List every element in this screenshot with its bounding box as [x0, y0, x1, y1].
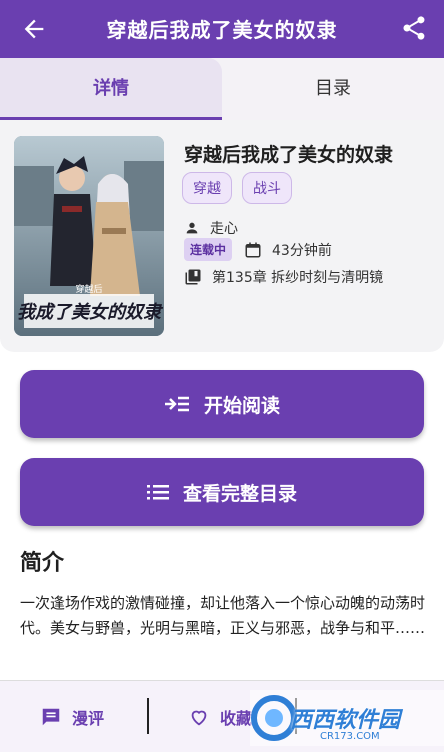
library-books-icon: [185, 269, 201, 285]
bottom-divider: [147, 698, 149, 734]
tab-bar: 详情 目录: [0, 58, 444, 120]
status-badge: 连载中: [184, 238, 233, 261]
cover-small-text: 穿越后: [75, 283, 102, 295]
heart-outline-icon: [191, 710, 207, 726]
cover-title-text: 我成了美女的奴隶: [17, 302, 164, 323]
tab-catalog[interactable]: 目录: [222, 58, 444, 120]
favorite-button[interactable]: 收藏: [188, 681, 252, 752]
tab-details[interactable]: 详情: [0, 58, 222, 120]
book-info-card: 穿越后 我成了美女的奴隶 穿越后我成了美女的奴隶 穿越 战斗 走心 连载中 43…: [0, 120, 444, 352]
favorite-label: 收藏: [220, 709, 253, 728]
tag-chip[interactable]: 穿越: [182, 172, 232, 204]
read-arrow-icon: [164, 396, 189, 412]
view-catalog-button[interactable]: 查看完整目录: [20, 458, 424, 526]
back-arrow-icon[interactable]: [20, 15, 48, 43]
cover-illustration: 穿越后 我成了美女的奴隶: [14, 136, 164, 336]
start-reading-button[interactable]: 开始阅读: [20, 370, 424, 438]
author-name: 走心: [210, 221, 238, 237]
tag-list: 穿越 战斗: [182, 172, 292, 204]
status-row: 连载中 43分钟前: [184, 238, 332, 261]
share-icon[interactable]: [400, 14, 428, 42]
tag-chip[interactable]: 战斗: [242, 172, 292, 204]
watermark-subtext: CR173.COM: [320, 731, 380, 742]
list-icon: [146, 485, 169, 500]
intro-heading: 简介: [20, 551, 65, 576]
comments-button[interactable]: 漫评: [40, 681, 104, 752]
book-title: 穿越后我成了美女的奴隶: [184, 144, 394, 166]
author-row: 走心: [184, 218, 238, 238]
intro-text: 一次逢场作戏的激情碰撞，却让他落入一个惊心动魄的动荡时代。美女与野兽，光明与黑暗…: [20, 594, 426, 637]
view-catalog-label: 查看完整目录: [182, 482, 297, 505]
app-bar: 穿越后我成了美女的奴隶: [0, 0, 444, 58]
comments-label: 漫评: [72, 709, 105, 728]
calendar-icon: [245, 242, 261, 257]
latest-chapter: 第135章 拆纱时刻与清明镜: [212, 270, 384, 286]
latest-chapter-row[interactable]: 第135章 拆纱时刻与清明镜: [184, 267, 383, 287]
update-time: 43分钟前: [272, 242, 332, 259]
page-title: 穿越后我成了美女的奴隶: [106, 18, 338, 42]
comment-icon: [42, 708, 60, 726]
start-reading-label: 开始阅读: [203, 394, 280, 417]
person-icon: [186, 222, 198, 234]
watermark-text: 西西软件园: [290, 708, 401, 733]
book-cover[interactable]: 穿越后 我成了美女的奴隶: [14, 136, 164, 336]
